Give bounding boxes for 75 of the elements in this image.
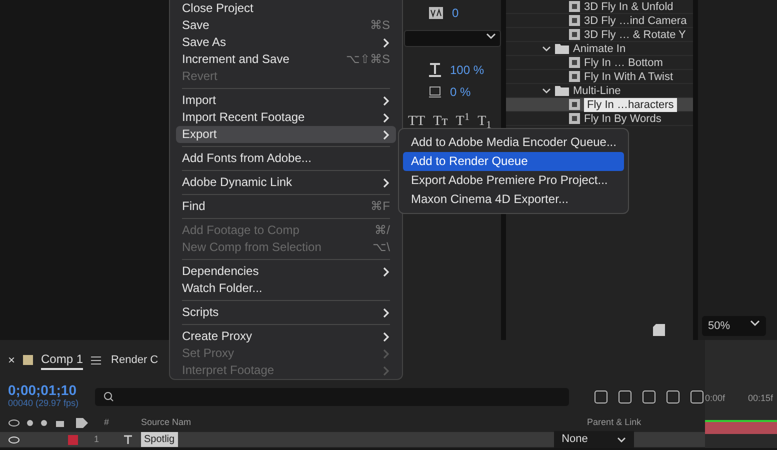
folder-label[interactable]: Animate In: [573, 42, 626, 56]
text-scale-icon: [428, 63, 442, 77]
composition-icon: [569, 71, 580, 82]
timeline-tab[interactable]: Comp 1: [41, 350, 84, 370]
composition-icon: [569, 57, 580, 68]
menu-item[interactable]: Dependencies: [176, 263, 396, 280]
menu-item[interactable]: Find ⌘F: [176, 198, 396, 215]
composition-label[interactable]: Fly In With A Twist: [584, 70, 674, 84]
column-header: #: [104, 416, 110, 430]
composition-icon: [569, 15, 580, 26]
shortcut-label: ⌥\: [372, 239, 390, 256]
scale-value[interactable]: 100 %: [450, 61, 484, 79]
composition-icon: [569, 29, 580, 40]
text-style-button[interactable]: T$_{1}$: [478, 111, 492, 132]
tracking-value[interactable]: 0: [452, 4, 459, 22]
shortcut-label: ⌥⇧⌘S: [346, 51, 390, 68]
layer-name[interactable]: Spotlig: [141, 432, 178, 447]
chevron-down-icon: [750, 318, 760, 328]
folder-icon: [555, 86, 569, 96]
composition-label[interactable]: 3D Fly … & Rotate Y: [584, 28, 686, 42]
font-style-dropdown[interactable]: [404, 30, 501, 47]
composition-label[interactable]: 3D Fly In & Unfold: [584, 0, 674, 14]
label-icon: [76, 418, 88, 428]
label-color-swatch: [68, 434, 78, 444]
menu-item[interactable]: Export: [176, 126, 396, 143]
composition-label[interactable]: Fly In …haracters: [584, 98, 677, 112]
layer-row[interactable]: 1 Spotlig None: [0, 432, 705, 447]
ruler-label: 0:00f: [705, 392, 726, 405]
layer-bar: [705, 420, 777, 434]
menu-icon: [91, 356, 102, 364]
composition-swatch: [23, 355, 34, 365]
text-style-button[interactable]: Tт: [433, 111, 448, 132]
baseline-value[interactable]: 0 %: [450, 83, 471, 101]
menu-item[interactable]: Import Recent Footage: [176, 109, 396, 126]
zoom-dropdown[interactable]: 50%: [702, 316, 766, 336]
menu-item[interactable]: Scripts: [176, 304, 396, 321]
chevron-down-icon: [486, 31, 496, 41]
parent-dropdown[interactable]: None: [554, 431, 634, 448]
composition-label[interactable]: Fly In … Bottom: [584, 56, 663, 70]
menu-item[interactable]: Close Project: [176, 0, 396, 17]
layer-number: 1: [94, 432, 100, 446]
shortcut-label: ⌘S: [370, 17, 390, 34]
shortcut-label: ⌘/: [374, 222, 390, 239]
timeline-tab[interactable]: Render C: [111, 352, 158, 368]
menu-item[interactable]: Create Proxy: [176, 328, 396, 345]
menu-item[interactable]: Save ⌘S: [176, 17, 396, 34]
column-header: Source Nam: [141, 416, 192, 430]
menu-item[interactable]: Add to Render Queue: [403, 152, 624, 171]
menu-item[interactable]: Add to Adobe Media Encoder Queue...: [403, 133, 624, 152]
menu-item[interactable]: Maxon Cinema 4D Exporter...: [403, 190, 624, 209]
timecode[interactable]: 0;00;01;10: [8, 383, 79, 398]
menu-item[interactable]: Increment and Save ⌥⇧⌘S: [176, 51, 396, 68]
folder-label[interactable]: Multi-Line: [573, 84, 621, 98]
text-layer-icon: [123, 435, 134, 446]
menu-item[interactable]: Watch Folder...: [176, 280, 396, 297]
menu-item[interactable]: Export Adobe Premiere Pro Project...: [403, 171, 624, 190]
text-style-button[interactable]: TT: [408, 111, 426, 132]
menu-item[interactable]: Add Fonts from Adobe...: [176, 150, 396, 167]
composition-icon: [569, 1, 580, 12]
menu-item[interactable]: Adobe Dynamic Link: [176, 174, 396, 191]
composition-label[interactable]: 3D Fly …ind Camera: [584, 14, 687, 28]
chevron-down-icon: [616, 435, 626, 444]
folder-icon: [555, 44, 569, 54]
text-style-button[interactable]: T$^{1}$: [456, 111, 470, 132]
ruler-label: 00:15f: [748, 392, 773, 405]
menu-item[interactable]: Import: [176, 92, 396, 109]
shortcut-label: ⌘F: [370, 198, 390, 215]
frame-rate-label: 00040 (29.97 fps): [8, 398, 79, 410]
tracking-icon: [428, 6, 444, 20]
search-field[interactable]: [94, 388, 569, 406]
new-item-icon: [653, 324, 665, 336]
composition-label[interactable]: Fly In By Words: [584, 112, 662, 126]
menu-item[interactable]: Save As: [176, 34, 396, 51]
close-button[interactable]: ×: [8, 351, 16, 369]
column-header: Parent & Link: [587, 416, 642, 430]
